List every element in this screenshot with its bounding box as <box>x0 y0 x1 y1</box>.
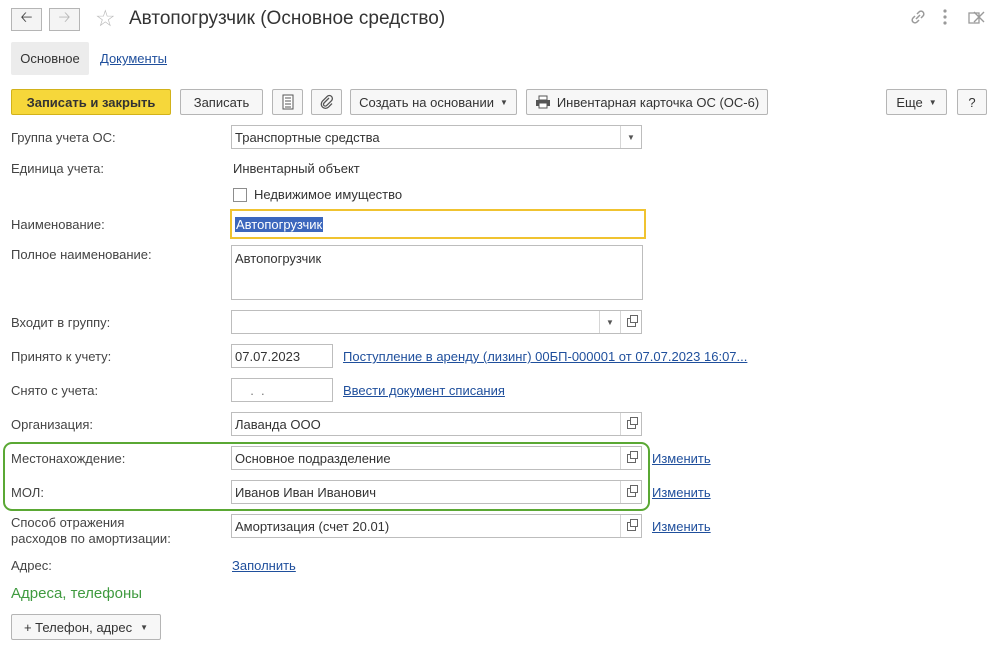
full-name-label: Полное наименование: <box>11 247 152 262</box>
open-icon[interactable] <box>620 311 641 333</box>
forward-button[interactable]: 🡢 <box>49 8 80 31</box>
organization-label: Организация: <box>11 417 94 432</box>
tab-main[interactable]: Основное <box>11 42 89 75</box>
depreciation-change-link[interactable]: Изменить <box>652 519 711 534</box>
group-value: Транспортные средства <box>235 129 380 145</box>
location-label: Местонахождение: <box>11 451 126 466</box>
save-and-close-button[interactable]: Записать и закрыть <box>11 89 171 115</box>
back-button[interactable]: 🡠 <box>11 8 42 31</box>
inventory-card-button[interactable]: Инвентарная карточка ОС (ОС-6) <box>526 89 768 115</box>
location-field[interactable]: Основное подразделение <box>231 446 642 470</box>
depreciation-field[interactable]: Амортизация (счет 20.01) <box>231 514 642 538</box>
page-title: Автопогрузчик (Основное средство) <box>129 8 446 29</box>
mol-label: МОЛ: <box>11 485 44 500</box>
more-label: Еще <box>896 94 923 110</box>
mol-value: Иванов Иван Иванович <box>235 484 377 500</box>
document-list-button[interactable] <box>272 89 303 115</box>
immovable-label: Недвижимое имущество <box>254 187 403 202</box>
help-button[interactable]: ? <box>957 89 987 115</box>
location-value: Основное подразделение <box>235 450 391 466</box>
attach-file-button[interactable] <box>311 89 342 115</box>
open-icon[interactable] <box>620 413 641 435</box>
open-icon[interactable] <box>620 447 641 469</box>
parent-group-field[interactable]: ▼ <box>231 310 642 334</box>
mol-change-link[interactable]: Изменить <box>652 485 711 500</box>
chevron-down-icon: ▼ <box>928 97 937 107</box>
name-label: Наименование: <box>11 217 105 232</box>
removed-date-value: . . <box>243 382 265 398</box>
name-value: Автопогрузчик <box>235 216 324 232</box>
open-icon[interactable] <box>620 515 641 537</box>
immovable-checkbox[interactable] <box>233 188 247 202</box>
more-vertical-icon[interactable] <box>942 9 948 30</box>
chevron-down-icon: ▼ <box>499 97 508 107</box>
parent-group-label: Входит в группу: <box>11 315 111 330</box>
document-list-icon <box>282 94 293 110</box>
tab-main-label: Основное <box>20 51 80 66</box>
printer-icon <box>535 95 550 109</box>
write-off-link[interactable]: Ввести документ списания <box>343 383 505 398</box>
arrow-right-icon: 🡢 <box>58 9 71 26</box>
removed-date-field[interactable]: . . <box>231 378 333 402</box>
address-fill-link[interactable]: Заполнить <box>232 558 296 573</box>
chevron-down-icon[interactable]: ▼ <box>599 311 620 333</box>
group-label: Группа учета ОС: <box>11 130 116 145</box>
close-icon[interactable] <box>973 10 985 28</box>
contacts-section-title: Адреса, телефоны <box>11 585 143 602</box>
accepted-label: Принято к учету: <box>11 349 112 364</box>
organization-field[interactable]: Лаванда ООО <box>231 412 642 436</box>
add-contact-button[interactable]: + Телефон, адрес ▼ <box>11 614 161 640</box>
unit-label: Единица учета: <box>11 161 104 176</box>
accepted-date-field[interactable]: 07.07.2023 <box>231 344 333 368</box>
full-name-value: Автопогрузчик <box>235 251 322 266</box>
create-based-on-label: Создать на основании <box>359 94 494 110</box>
paperclip-icon <box>320 94 333 109</box>
unit-value: Инвентарный объект <box>233 161 360 176</box>
accepted-date-value: 07.07.2023 <box>235 348 301 364</box>
star-icon[interactable]: ☆ <box>95 5 116 32</box>
depreciation-label-line2: расходов по амортизации: <box>11 531 171 546</box>
accepted-document-link[interactable]: Поступление в аренду (лизинг) 00БП-00000… <box>343 349 747 364</box>
link-icon[interactable] <box>909 8 927 31</box>
location-change-link[interactable]: Изменить <box>652 451 711 466</box>
full-name-field[interactable]: Автопогрузчик <box>231 245 643 300</box>
create-based-on-button[interactable]: Создать на основании ▼ <box>350 89 517 115</box>
address-label: Адрес: <box>11 558 52 573</box>
tab-documents[interactable]: Документы <box>100 51 167 66</box>
depreciation-label-line1: Способ отражения <box>11 515 125 530</box>
open-icon[interactable] <box>620 481 641 503</box>
add-contact-label: + Телефон, адрес <box>23 619 133 635</box>
chevron-down-icon: ▼ <box>140 622 149 632</box>
save-button[interactable]: Записать <box>180 89 263 115</box>
arrow-left-icon: 🡠 <box>20 9 33 26</box>
depreciation-value: Амортизация (счет 20.01) <box>235 518 390 534</box>
name-field[interactable]: Автопогрузчик <box>230 209 646 239</box>
more-button[interactable]: Еще ▼ <box>886 89 947 115</box>
removed-label: Снято с учета: <box>11 383 99 398</box>
mol-field[interactable]: Иванов Иван Иванович <box>231 480 642 504</box>
inventory-card-label: Инвентарная карточка ОС (ОС-6) <box>556 94 760 110</box>
organization-value: Лаванда ООО <box>235 416 321 432</box>
chevron-down-icon[interactable]: ▼ <box>620 126 641 148</box>
group-field[interactable]: Транспортные средства ▼ <box>231 125 642 149</box>
